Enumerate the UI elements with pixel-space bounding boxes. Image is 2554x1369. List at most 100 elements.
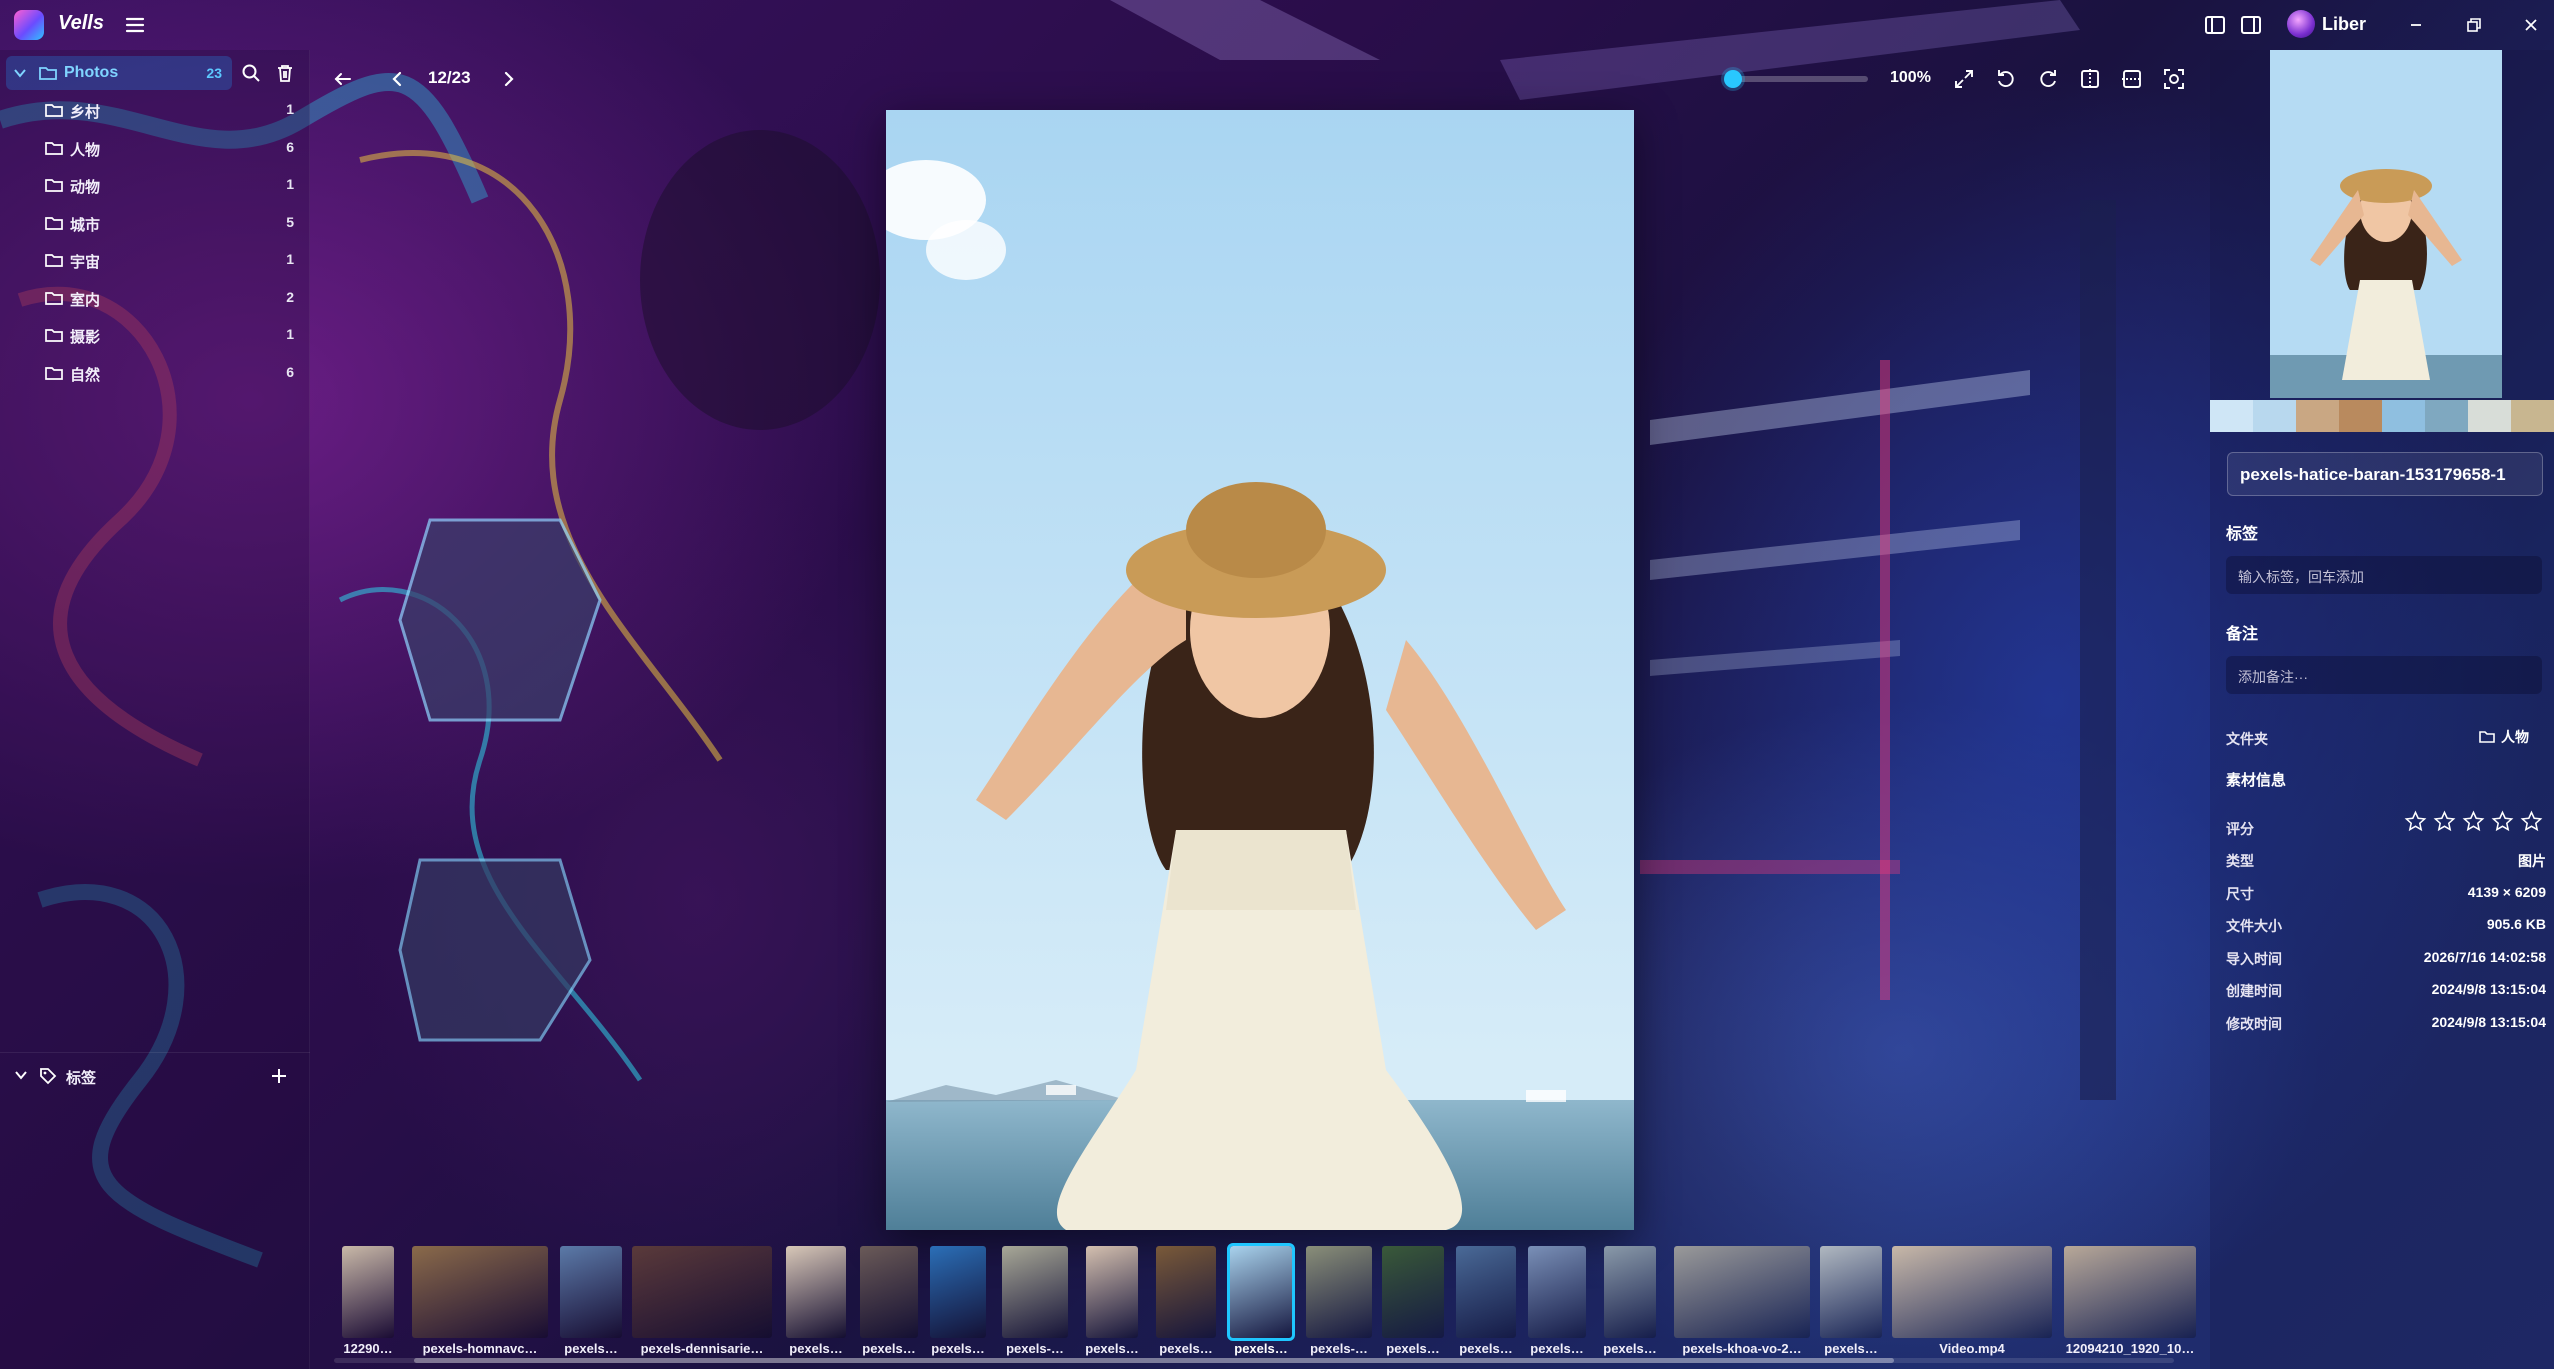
filmstrip-scrollbar-thumb[interactable] [414, 1358, 1894, 1363]
folder-item[interactable]: 摄影 1 [0, 317, 300, 351]
folder-icon [44, 289, 64, 307]
palette-swatch[interactable] [2210, 400, 2253, 432]
star-icon[interactable] [2404, 810, 2427, 833]
filmstrip-thumbnail-label: pexels… [1824, 1341, 1878, 1356]
filmstrip-thumbnail-label: Video.mp4 [1939, 1341, 2005, 1356]
filmstrip-thumbnail[interactable] [1674, 1246, 1810, 1338]
star-icon[interactable] [2433, 810, 2456, 833]
title-bar: Vells Liber [0, 0, 2554, 50]
filmstrip-thumbnail-label: pexels… [1159, 1341, 1213, 1356]
filmstrip-thumbnail[interactable] [560, 1246, 622, 1338]
filmstrip-thumbnail[interactable] [1306, 1246, 1372, 1338]
folder-label: 宇宙 [70, 254, 101, 271]
folder-root-photos[interactable]: Photos 23 [6, 56, 232, 90]
chevron-down-icon[interactable] [14, 1068, 28, 1082]
filmstrip-thumbnail[interactable] [1456, 1246, 1516, 1338]
trash-icon[interactable] [274, 62, 296, 84]
filmstrip-thumbnail[interactable] [1086, 1246, 1138, 1338]
filmstrip-scrollbar[interactable] [334, 1358, 2174, 1363]
filmstrip-thumbnail[interactable] [930, 1246, 986, 1338]
zoom-slider-track[interactable] [1726, 76, 1868, 82]
filmstrip-thumbnail-label: pexels… [1459, 1341, 1513, 1356]
filename-text: pexels-hatice-baran-153179658-1 [2240, 465, 2506, 484]
filmstrip-thumbnail-label: pexels-… [1310, 1341, 1368, 1356]
folder-count: 5 [286, 213, 294, 230]
folder-icon [44, 251, 64, 269]
rating-label: 评分 [2226, 821, 2254, 837]
zoom-slider-handle[interactable] [1724, 70, 1743, 88]
palette-swatch[interactable] [2253, 400, 2296, 432]
folder-item[interactable]: 人物 6 [0, 130, 300, 164]
palette-swatch[interactable] [2382, 400, 2425, 432]
folder-count: 23 [206, 65, 222, 81]
palette-swatch[interactable] [2468, 400, 2511, 432]
palette-swatch[interactable] [2339, 400, 2382, 432]
folder-count: 1 [286, 176, 294, 192]
palette-swatch[interactable] [2296, 400, 2339, 432]
filmstrip-thumbnail[interactable] [1002, 1246, 1068, 1338]
preview-thumbnail [2270, 50, 2502, 398]
filmstrip-thumbnail[interactable] [1156, 1246, 1216, 1338]
previous-icon[interactable] [384, 66, 410, 92]
palette-swatch[interactable] [2425, 400, 2468, 432]
filmstrip-thumbnail-label: pexels… [564, 1341, 618, 1356]
filmstrip-thumbnail[interactable] [1604, 1246, 1656, 1338]
notes-input[interactable]: 添加备注··· [2226, 656, 2542, 694]
palette-swatch[interactable] [2511, 400, 2554, 432]
search-icon[interactable] [240, 62, 262, 84]
metadata-label: 尺寸 [2226, 885, 2254, 902]
folder-label: Photos [64, 64, 119, 81]
filmstrip-thumbnail[interactable] [412, 1246, 548, 1338]
folder-item[interactable]: 室内 2 [0, 280, 300, 314]
user-avatar[interactable] [2287, 10, 2315, 38]
folder-item[interactable]: 自然 6 [0, 355, 300, 389]
tag-input-placeholder: 输入标签，回车添加 [2238, 569, 2364, 585]
rotate-left-icon[interactable] [1993, 66, 2019, 92]
tag-input[interactable]: 输入标签，回车添加 [2226, 556, 2542, 594]
star-icon[interactable] [2462, 810, 2485, 833]
folder-label: 摄影 [70, 329, 101, 346]
flip-horizontal-icon[interactable] [2077, 66, 2103, 92]
filmstrip-thumbnail[interactable] [1528, 1246, 1586, 1338]
restore-icon[interactable] [2460, 12, 2486, 38]
filmstrip-thumbnail-selected[interactable] [1227, 1243, 1295, 1341]
add-tag-icon[interactable] [268, 1065, 290, 1087]
filename-field[interactable]: pexels-hatice-baran-153179658-1 [2227, 452, 2543, 496]
screenshot-icon[interactable] [2161, 66, 2187, 92]
filmstrip-thumbnail[interactable] [342, 1246, 394, 1338]
filmstrip-thumbnail[interactable] [2064, 1246, 2196, 1338]
folder-item[interactable]: 动物 1 [0, 167, 300, 201]
tags-section-header[interactable]: 标签 [0, 1052, 310, 1087]
fullscreen-icon[interactable] [1951, 66, 1977, 92]
next-icon[interactable] [496, 66, 522, 92]
toggle-right-panel-icon[interactable] [2238, 12, 2264, 38]
metadata-value: 905.6 KB [2486, 916, 2546, 932]
filmstrip-thumbnail[interactable] [1820, 1246, 1882, 1338]
filmstrip-thumbnail[interactable] [860, 1246, 918, 1338]
star-icon[interactable] [2491, 810, 2514, 833]
folder-label: 乡村 [70, 104, 101, 121]
menu-icon[interactable] [122, 12, 148, 38]
folder-value: 人物 [2501, 729, 2529, 745]
rating-stars[interactable] [2404, 810, 2543, 833]
folder-item[interactable]: 乡村 1 [0, 92, 300, 126]
main-image[interactable] [886, 110, 1634, 1230]
folder-icon [44, 214, 64, 232]
filmstrip-thumbnail[interactable] [1892, 1246, 2052, 1338]
filmstrip-thumbnail[interactable] [786, 1246, 846, 1338]
minimize-icon[interactable] [2403, 12, 2429, 38]
toggle-left-panel-icon[interactable] [2202, 12, 2228, 38]
flip-vertical-icon[interactable] [2119, 66, 2145, 92]
filmstrip-thumbnail[interactable] [1382, 1246, 1444, 1338]
back-icon[interactable] [330, 66, 356, 92]
folder-item[interactable]: 宇宙 1 [0, 242, 300, 276]
metadata-value: 2024/9/8 13:15:04 [2431, 1013, 2546, 1030]
folder-item[interactable]: 城市 5 [0, 205, 300, 239]
folder-link[interactable]: 人物 [2478, 727, 2529, 747]
star-icon[interactable] [2520, 810, 2543, 833]
close-icon[interactable] [2518, 12, 2544, 38]
rotate-right-icon[interactable] [2035, 66, 2061, 92]
chevron-down-icon[interactable] [12, 65, 28, 81]
filmstrip-thumbnail[interactable] [632, 1246, 772, 1338]
filmstrip-thumbnail-label: 12094210_1920_10… [2065, 1341, 2195, 1356]
